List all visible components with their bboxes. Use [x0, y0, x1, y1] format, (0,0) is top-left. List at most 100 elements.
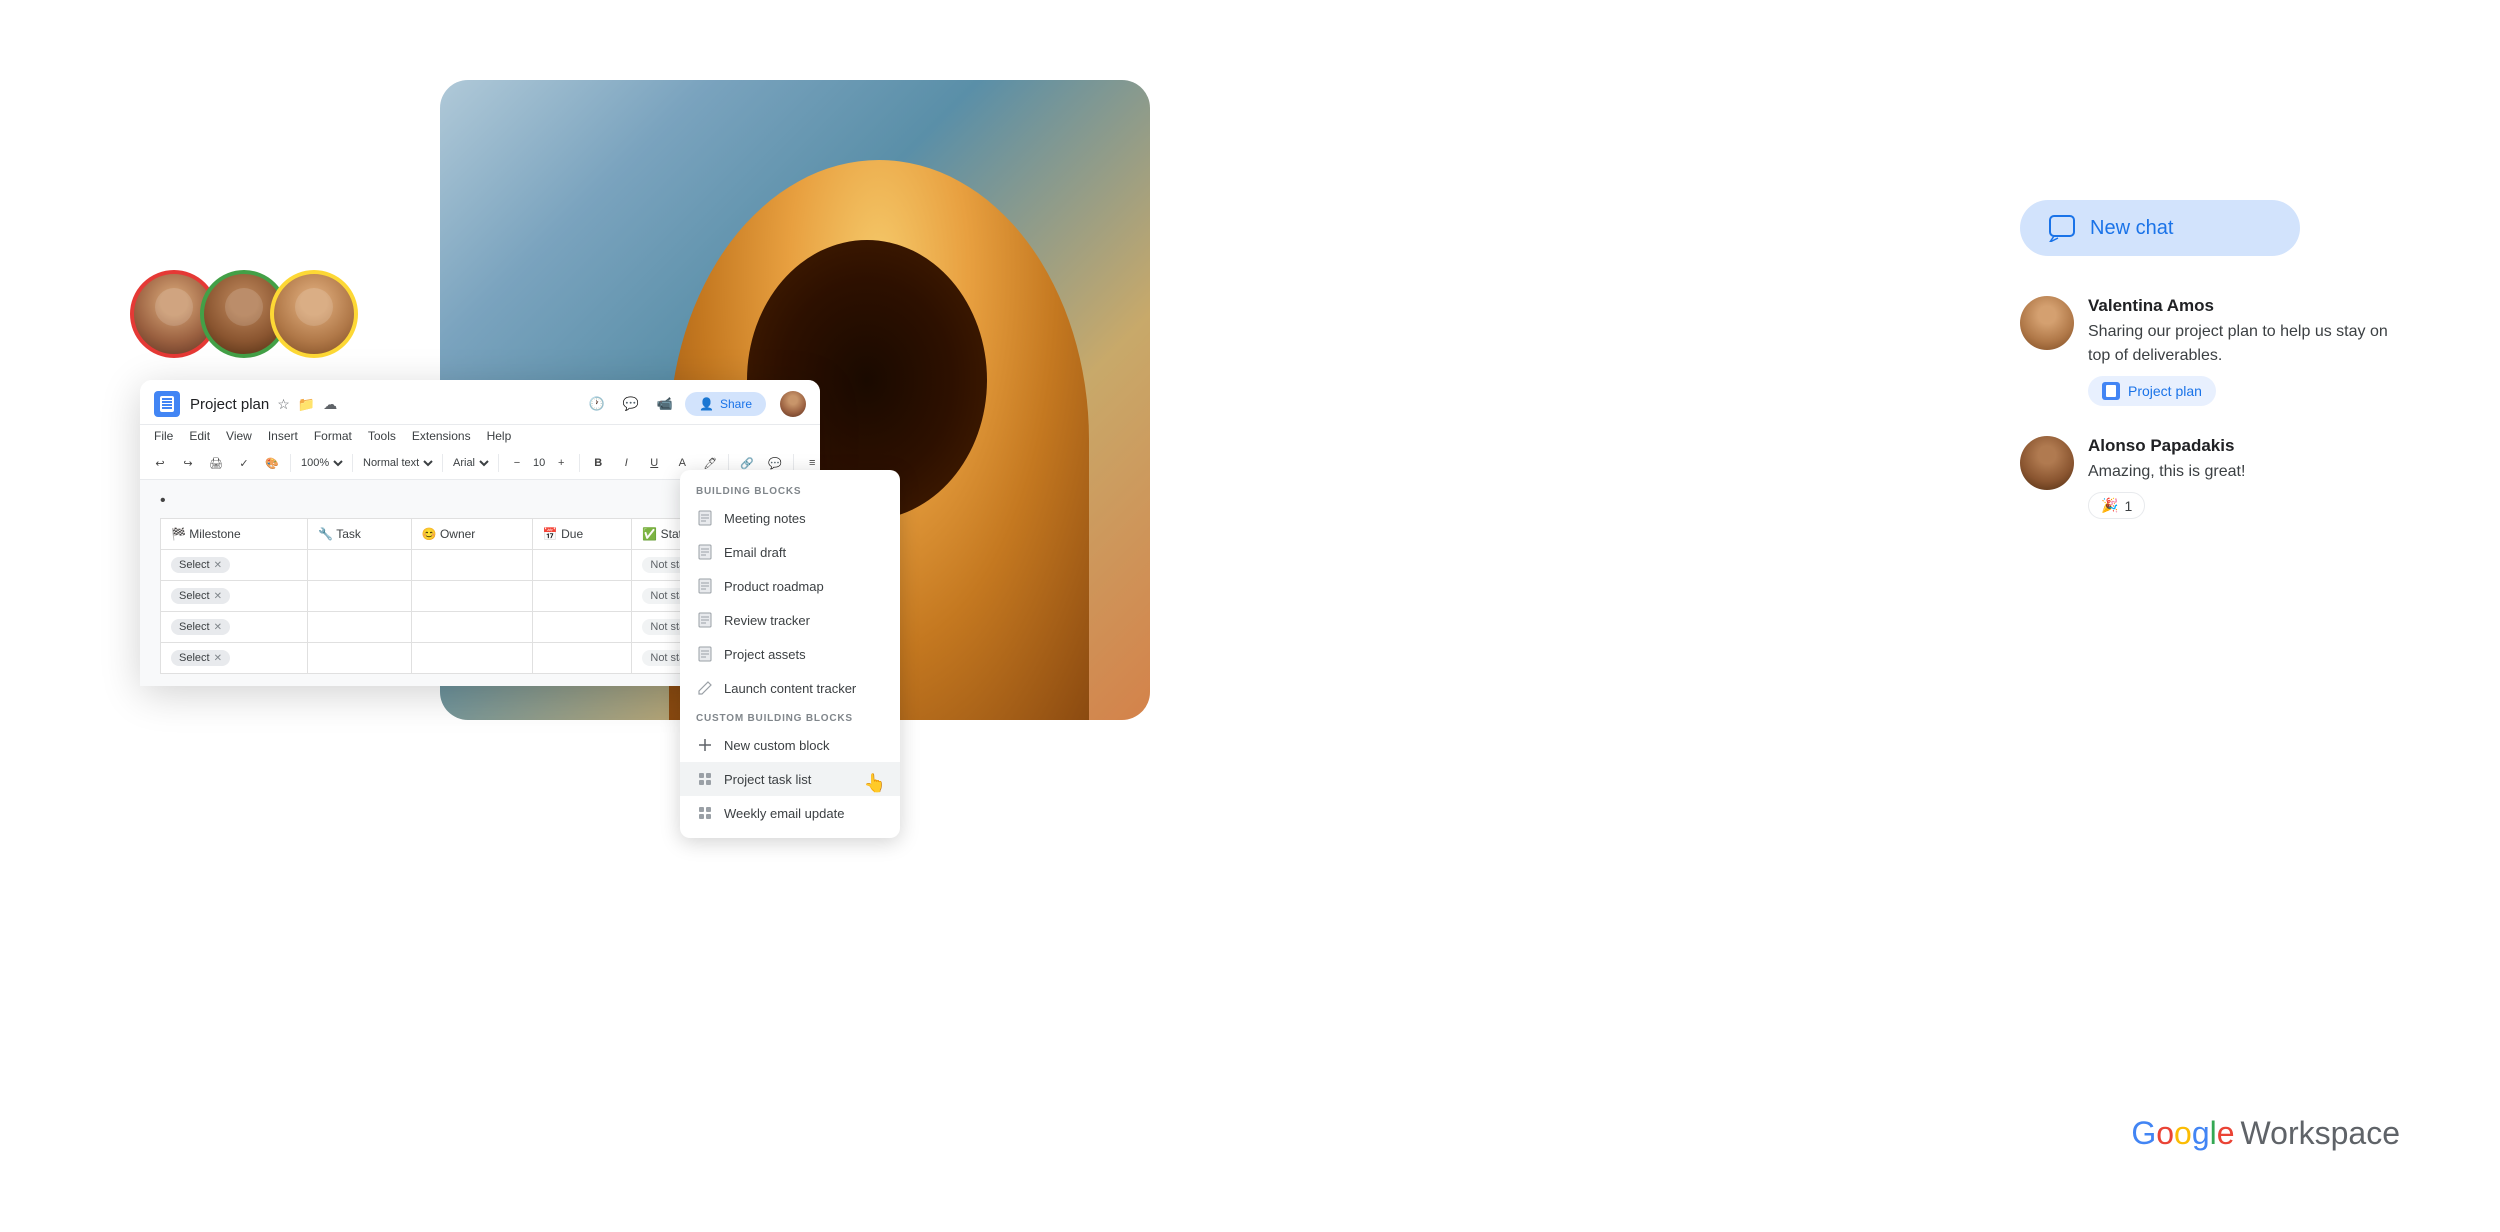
g-letter-green: l — [2210, 1115, 2217, 1151]
new-chat-label: New chat — [2090, 217, 2173, 240]
docs-menu-bar: File Edit View Insert Format Tools Exten… — [140, 425, 820, 447]
doc-icon — [696, 645, 714, 663]
menu-item-label: Project assets — [724, 647, 806, 662]
cell-milestone: Select ✕ — [161, 550, 308, 581]
plus-icon — [696, 736, 714, 754]
g-letter-yellow: o — [2174, 1115, 2192, 1151]
cell-milestone: Select ✕ — [161, 643, 308, 674]
g-letter-blue: G — [2131, 1115, 2156, 1151]
share-icon: 👤 — [699, 397, 714, 411]
menu-item-meeting-notes[interactable]: Meeting notes — [680, 501, 900, 535]
menu-item-label: Product roadmap — [724, 579, 824, 594]
col-due: 📅 Due — [532, 519, 632, 550]
font-select[interactable]: Arial — [449, 456, 492, 470]
menu-item-review-tracker[interactable]: Review tracker — [680, 603, 900, 637]
select-tag[interactable]: Select ✕ — [171, 619, 230, 635]
comment-icon[interactable]: 💬 — [617, 390, 645, 418]
print-button[interactable]: 🖨 — [204, 451, 228, 475]
pencil-icon — [696, 679, 714, 697]
g-letter-red: o — [2156, 1115, 2174, 1151]
cell-owner — [411, 581, 532, 612]
cloud-save-icon[interactable]: ☁ — [323, 396, 337, 413]
paint-format-button[interactable]: 🎨 — [260, 451, 284, 475]
menu-insert[interactable]: Insert — [268, 429, 298, 443]
cell-task — [308, 581, 411, 612]
attachment-doc-icon — [2102, 382, 2120, 400]
docs-titlebar: Project plan ☆ 📁 ☁ 🕐 💬 📹 👤 Share — [140, 380, 820, 425]
menu-item-label: Review tracker — [724, 613, 810, 628]
meet-icon[interactable]: 📹 — [651, 390, 679, 418]
avatar-alonso — [2020, 436, 2074, 490]
italic-button[interactable]: I — [614, 451, 638, 475]
cell-task — [308, 550, 411, 581]
avatars-group — [130, 270, 358, 358]
star-icon[interactable]: ☆ — [277, 396, 290, 413]
chat-text-alonso: Amazing, this is great! — [2088, 460, 2400, 484]
menu-item-launch-content[interactable]: Launch content tracker — [680, 671, 900, 705]
chat-name-valentina: Valentina Amos — [2088, 296, 2400, 316]
doc-icon-inner — [2106, 385, 2116, 397]
toolbar-sep-3 — [442, 454, 443, 472]
menu-item-new-custom-block[interactable]: New custom block — [680, 728, 900, 762]
doc-icon — [696, 509, 714, 527]
cell-task — [308, 643, 411, 674]
chat-panel: New chat Valentina Amos Sharing our proj… — [2020, 200, 2400, 549]
docs-title-icons: ☆ 📁 ☁ — [277, 396, 337, 413]
docs-icon-shape — [160, 396, 174, 412]
undo-button[interactable]: ↩ — [148, 451, 172, 475]
chat-message-valentina: Valentina Amos Sharing our project plan … — [2020, 296, 2400, 406]
menu-item-project-assets[interactable]: Project assets — [680, 637, 900, 671]
menu-format[interactable]: Format — [314, 429, 352, 443]
select-tag[interactable]: Select ✕ — [171, 588, 230, 604]
menu-item-weekly-email[interactable]: Weekly email update — [680, 796, 900, 830]
menu-file[interactable]: File — [154, 429, 173, 443]
menu-view[interactable]: View — [226, 429, 252, 443]
cell-due — [532, 643, 632, 674]
menu-item-email-draft[interactable]: Email draft — [680, 535, 900, 569]
menu-item-label: Meeting notes — [724, 511, 806, 526]
chat-message-alonso: Alonso Papadakis Amazing, this is great!… — [2020, 436, 2400, 519]
font-size-value: 10 — [533, 457, 545, 469]
underline-button[interactable]: U — [642, 451, 666, 475]
menu-item-label: Launch content tracker — [724, 681, 856, 696]
menu-edit[interactable]: Edit — [189, 429, 210, 443]
spellcheck-button[interactable]: ✓ — [232, 451, 256, 475]
select-tag[interactable]: Select ✕ — [171, 650, 230, 666]
cursor-indicator: 👆 — [864, 773, 886, 794]
folder-icon[interactable]: 📁 — [298, 396, 315, 413]
menu-item-label: New custom block — [724, 738, 829, 753]
docs-app-icon — [154, 391, 180, 417]
font-size-increase[interactable]: + — [549, 451, 573, 475]
menu-extensions[interactable]: Extensions — [412, 429, 471, 443]
chat-text-valentina: Sharing our project plan to help us stay… — [2088, 320, 2400, 368]
share-label: Share — [720, 397, 752, 411]
font-size-decrease[interactable]: − — [505, 451, 529, 475]
select-tag[interactable]: Select ✕ — [171, 557, 230, 573]
menu-help[interactable]: Help — [487, 429, 512, 443]
docs-header-right: 🕐 💬 📹 👤 Share — [583, 390, 806, 418]
share-button[interactable]: 👤 Share — [685, 392, 766, 416]
menu-item-product-roadmap[interactable]: Product roadmap — [680, 569, 900, 603]
zoom-select[interactable]: 100% — [297, 456, 346, 470]
attachment-label: Project plan — [2128, 383, 2202, 399]
cell-due — [532, 612, 632, 643]
chat-attachment-valentina[interactable]: Project plan — [2088, 376, 2216, 406]
chat-name-alonso: Alonso Papadakis — [2088, 436, 2400, 456]
menu-tools[interactable]: Tools — [368, 429, 396, 443]
menu-item-label: Weekly email update — [724, 806, 844, 821]
bold-button[interactable]: B — [586, 451, 610, 475]
toolbar-sep-1 — [290, 454, 291, 472]
chat-content-alonso: Alonso Papadakis Amazing, this is great!… — [2088, 436, 2400, 519]
chat-bubble-icon — [2048, 214, 2076, 242]
history-icon[interactable]: 🕐 — [583, 390, 611, 418]
col-milestone: 🏁 Milestone — [161, 519, 308, 550]
reaction-chip[interactable]: 🎉 1 — [2088, 492, 2145, 519]
style-select[interactable]: Normal text — [359, 456, 436, 470]
toolbar-sep-5 — [579, 454, 580, 472]
new-chat-button[interactable]: New chat — [2020, 200, 2300, 256]
redo-button[interactable]: ↪ — [176, 451, 200, 475]
toolbar-sep-4 — [498, 454, 499, 472]
menu-item-label: Email draft — [724, 545, 786, 560]
doc-icon — [696, 577, 714, 595]
user-avatar — [780, 391, 806, 417]
